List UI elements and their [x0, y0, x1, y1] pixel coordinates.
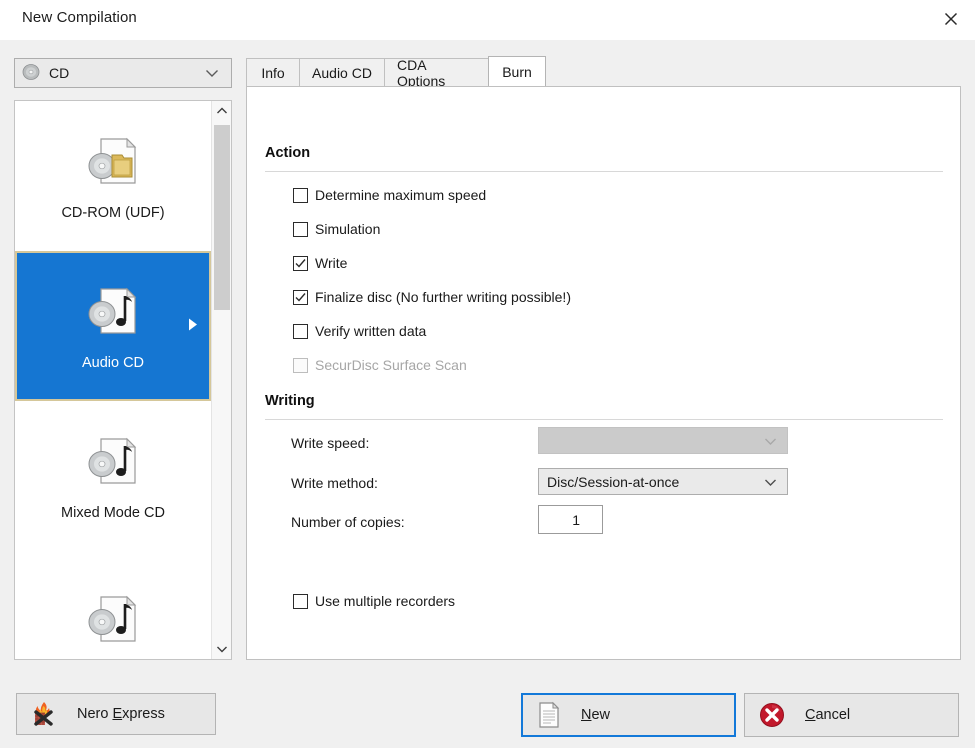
chevron-down-icon: [764, 474, 777, 490]
disc-music-document-icon: [85, 281, 141, 343]
check-icon: [295, 258, 306, 268]
checkbox-box: [293, 289, 308, 305]
checkbox-label: Use multiple recorders: [315, 593, 456, 609]
checkbox-box: [293, 187, 308, 203]
tab-audio-cd[interactable]: Audio CD: [299, 58, 385, 86]
dialog-body: CD CD-ROM (UDF) Audio CD Mixed Mode CD I…: [0, 40, 975, 680]
checkbox-label: Finalize disc (No further writing possib…: [315, 289, 571, 305]
checkbox-box: [293, 221, 308, 237]
scrollbar-thumb[interactable]: [214, 125, 230, 310]
title-bar: New Compilation: [0, 0, 975, 40]
write-method-row: Write method:: [291, 475, 378, 491]
writing-group-title: Writing: [265, 393, 315, 409]
checkbox-verify-written-data[interactable]: Verify written data: [293, 323, 426, 339]
disc-music-document-icon: [85, 431, 141, 493]
new-label: New: [581, 707, 611, 723]
number-of-copies-row: Number of copies:: [291, 514, 405, 530]
window-title: New Compilation: [22, 9, 137, 26]
checkbox-box: [293, 357, 308, 373]
tab-burn[interactable]: Burn: [488, 56, 546, 86]
chevron-down-icon: [205, 65, 219, 81]
compilation-type-list[interactable]: CD-ROM (UDF) Audio CD Mixed Mode CD: [14, 100, 232, 660]
checkbox-use-multiple-recorders[interactable]: Use multiple recorders: [293, 593, 455, 609]
list-item-cd-rom-udf[interactable]: CD-ROM (UDF): [15, 101, 211, 251]
chevron-down-icon: [217, 646, 227, 653]
chevron-down-icon: [764, 433, 777, 449]
burn-tab-panel: Action Determine maximum speed Simulatio…: [246, 86, 961, 660]
list-item-label: Audio CD: [81, 355, 145, 371]
checkbox-label: Determine maximum speed: [315, 187, 487, 203]
cancel-circle-icon: [759, 702, 785, 728]
checkbox-box: [293, 593, 308, 609]
flame-disc-icon: [31, 701, 57, 727]
nero-express-label: Nero Express: [77, 706, 165, 722]
list-item-label: CD-ROM (UDF): [61, 205, 165, 221]
write-speed-label: Write speed:: [291, 435, 370, 451]
checkbox-write[interactable]: Write: [293, 255, 347, 271]
action-group-divider: [265, 171, 943, 172]
disc-icon: [22, 63, 40, 84]
number-of-copies-input[interactable]: 1: [538, 505, 603, 534]
list-item-mixed-mode-cd[interactable]: Mixed Mode CD: [15, 401, 211, 551]
nero-express-button[interactable]: Nero Express: [16, 693, 216, 735]
number-of-copies-value: 1: [572, 511, 580, 528]
write-speed-row: Write speed:: [291, 435, 369, 451]
list-item-partial[interactable]: [15, 551, 211, 659]
checkbox-label: SecurDisc Surface Scan: [315, 357, 467, 373]
disc-music-document-icon: [85, 589, 141, 651]
check-icon: [295, 292, 306, 302]
write-method-value: Disc/Session-at-once: [547, 473, 680, 490]
write-speed-dropdown: [538, 427, 788, 454]
dialog-footer: Nero Express New Cancel: [0, 680, 975, 748]
checkbox-label: Verify written data: [315, 323, 427, 339]
list-item-audio-cd[interactable]: Audio CD: [15, 251, 211, 401]
number-of-copies-label: Number of copies:: [291, 514, 405, 530]
checkbox-determine-maximum-speed[interactable]: Determine maximum speed: [293, 187, 486, 203]
checkbox-simulation[interactable]: Simulation: [293, 221, 380, 237]
close-button[interactable]: [927, 0, 975, 38]
checkbox-label: Simulation: [315, 221, 381, 237]
arrow-right-icon: [187, 317, 199, 336]
action-group-title: Action: [265, 145, 311, 161]
checkbox-box: [293, 323, 308, 339]
tab-cda-options[interactable]: CDA Options: [384, 57, 489, 89]
device-type-value: CD: [49, 65, 70, 81]
checkbox-label: Write: [315, 255, 348, 271]
tab-info[interactable]: Info: [246, 58, 300, 86]
tab-strip: Info Audio CD CDA Options Burn: [246, 56, 961, 89]
write-method-dropdown[interactable]: Disc/Session-at-once: [538, 468, 788, 495]
writing-group-divider: [265, 419, 943, 420]
checkbox-box: [293, 255, 308, 271]
list-item-label: Mixed Mode CD: [61, 505, 165, 521]
close-icon: [944, 12, 958, 26]
document-icon: [537, 701, 561, 729]
list-scrollbar[interactable]: [211, 101, 231, 659]
chevron-up-icon: [217, 107, 227, 114]
checkbox-securdisc-surface-scan: SecurDisc Surface Scan: [293, 357, 467, 373]
cancel-label: Cancel: [805, 707, 851, 723]
cancel-button[interactable]: Cancel: [744, 693, 959, 737]
disc-folder-document-icon: [85, 131, 141, 193]
scroll-down-button[interactable]: [212, 639, 231, 659]
device-type-dropdown[interactable]: CD: [14, 58, 232, 88]
scroll-up-button[interactable]: [212, 101, 231, 121]
new-button[interactable]: New: [521, 693, 736, 737]
write-method-label: Write method:: [291, 475, 378, 491]
checkbox-finalize-disc[interactable]: Finalize disc (No further writing possib…: [293, 289, 571, 305]
